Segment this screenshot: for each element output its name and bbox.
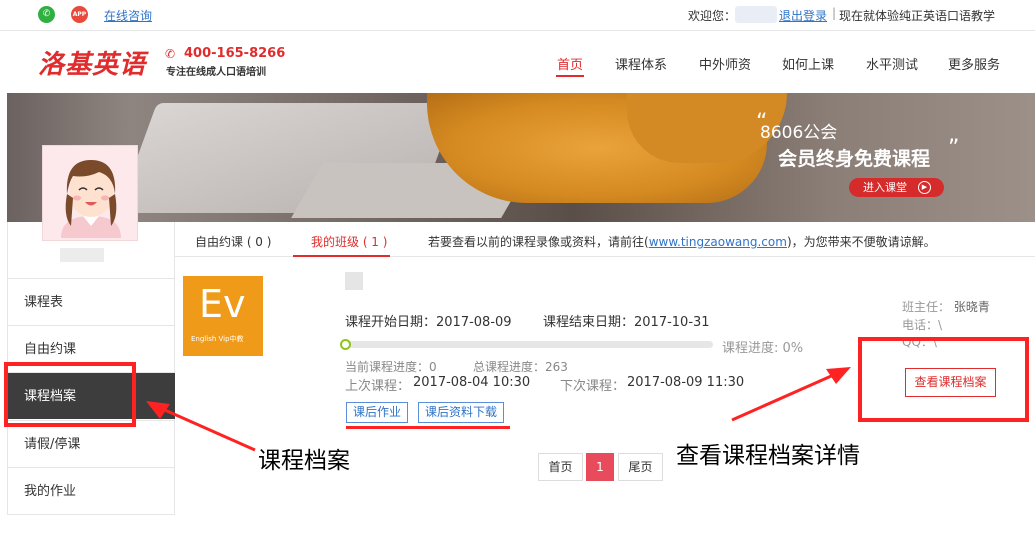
annotation-arrows [146,367,851,452]
annotation-label-archive: 课程档案 [258,448,350,474]
annotation-arrow-left-line [157,405,256,452]
annotation-arrow-right-line [731,371,839,422]
annotation-label-view-details: 查看课程档案详情 [676,443,860,469]
